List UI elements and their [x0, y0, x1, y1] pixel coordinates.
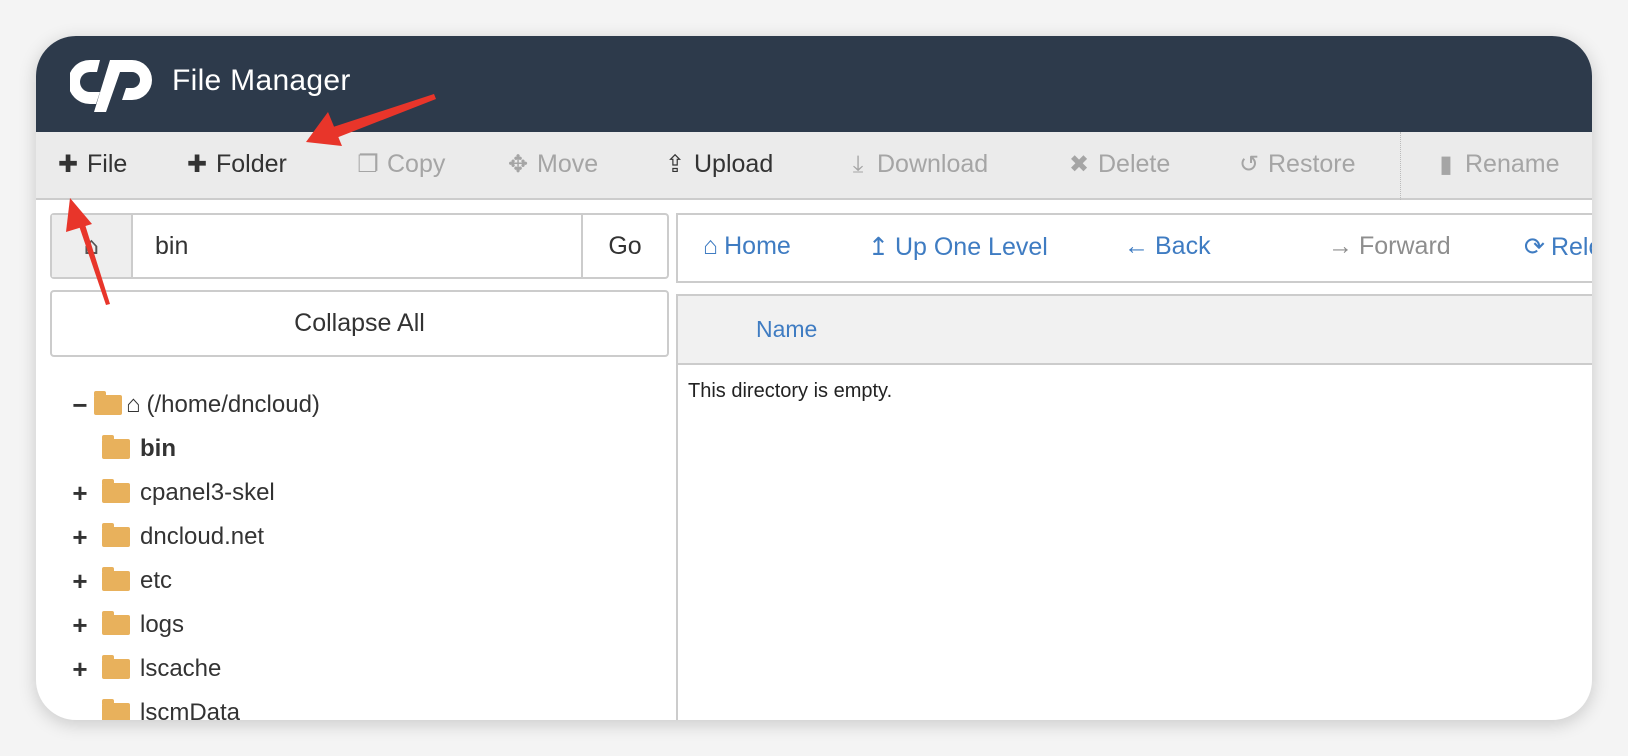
label: Back — [1155, 232, 1211, 260]
folder-icon — [102, 655, 130, 679]
tree-item[interactable]: +lscmData — [66, 691, 320, 720]
home-icon: ⌂ — [703, 232, 719, 260]
restore-button[interactable]: ↺ Restore — [1236, 150, 1356, 179]
refresh-icon: ⟳ — [1524, 233, 1545, 261]
upload-button[interactable]: ⇪ Upload — [662, 150, 773, 179]
home-icon: ⌂ — [83, 232, 100, 260]
plus-icon: ✚ — [57, 151, 79, 178]
label: File — [87, 150, 128, 178]
table-header: Name — [678, 296, 1592, 365]
up-one-level-link[interactable]: ↥ Up One Level — [868, 232, 1048, 262]
tree-item-label: bin — [140, 435, 176, 462]
folder-icon — [102, 435, 130, 459]
expand-toggle[interactable]: + — [66, 478, 94, 509]
tree-item[interactable]: +bin — [66, 427, 320, 471]
label: Rename — [1465, 150, 1560, 178]
toolbar: ✚ File ✚ Folder ❐ Copy ✥ Move ⇪ Upload ⤓ Downl… — [36, 132, 1592, 200]
open-folder-icon — [94, 391, 122, 415]
file-icon: ▮ — [1439, 151, 1453, 178]
label: Copy — [387, 150, 446, 178]
tree-item[interactable]: + lscache — [66, 647, 320, 691]
tree-item-label: logs — [140, 611, 185, 638]
label: Delete — [1098, 150, 1171, 178]
arrow-left-icon: ← — [1124, 232, 1149, 260]
label: Reloa — [1550, 232, 1592, 261]
collapse-all-button[interactable]: Collapse All — [50, 290, 669, 357]
tree-item[interactable]: + dncloud.net — [66, 515, 320, 559]
label: Download — [877, 150, 989, 178]
reload-link[interactable]: ⟳Reloa — [1524, 232, 1592, 262]
new-file-button[interactable]: ✚ File — [55, 150, 127, 179]
tree-item-label: lscache — [140, 655, 222, 682]
move-button[interactable]: ✥ Move — [505, 150, 598, 179]
folder-icon — [102, 699, 130, 720]
tree-item[interactable]: + logs — [66, 603, 320, 647]
copy-button[interactable]: ❐ Copy — [355, 150, 445, 179]
label: Upload — [694, 150, 774, 178]
tree-root[interactable]: − ⌂ (/home/dncloud) — [66, 383, 320, 427]
delete-button[interactable]: ✖ Delete — [1066, 150, 1170, 179]
plus-icon: ✚ — [186, 151, 208, 178]
label: Home — [724, 232, 791, 260]
label: Up One Level — [894, 232, 1048, 261]
label: Restore — [1268, 150, 1356, 178]
cpanel-logo — [70, 60, 152, 112]
label: Move — [537, 150, 599, 178]
folder-icon — [102, 567, 130, 591]
label: Folder — [216, 150, 287, 178]
download-button[interactable]: ⤓ Download — [845, 150, 989, 179]
copy-icon: ❐ — [357, 151, 379, 178]
collapse-toggle[interactable]: − — [66, 390, 94, 421]
level-up-icon: ↥ — [868, 233, 889, 261]
label: Forward — [1359, 232, 1451, 260]
folder-icon — [102, 479, 130, 503]
home-path-button[interactable]: ⌂ — [52, 215, 133, 277]
expand-toggle[interactable]: + — [66, 522, 94, 553]
restore-icon: ↺ — [1238, 151, 1260, 178]
rename-button[interactable]: ▮ Rename — [1433, 150, 1560, 179]
folder-icon — [102, 611, 130, 635]
header: File Manager — [36, 36, 1592, 132]
move-icon: ✥ — [507, 151, 529, 178]
tree-item-label: cpanel3-skel — [140, 479, 275, 506]
file-manager-window: File Manager ✚ File ✚ Folder ❐ Copy ✥ Move ⇪… — [36, 36, 1592, 720]
tree-item-label: lscmData — [140, 699, 241, 720]
empty-message: This directory is empty. — [688, 380, 893, 402]
tree-item-label: dncloud.net — [140, 523, 265, 550]
folder-icon — [102, 523, 130, 547]
tree-item[interactable]: + cpanel3-skel — [66, 471, 320, 515]
home-link[interactable]: ⌂ Home — [703, 232, 791, 261]
tree-root-label: (/home/dncloud) — [146, 391, 320, 418]
path-input[interactable] — [133, 215, 581, 277]
tree-item-label: etc — [140, 567, 173, 594]
toolbar-divider — [1400, 132, 1401, 200]
back-link[interactable]: ← Back — [1124, 232, 1211, 261]
page-title: File Manager — [172, 64, 351, 97]
expand-toggle[interactable]: + — [66, 654, 94, 685]
go-button[interactable]: Go — [581, 215, 667, 277]
forward-link[interactable]: → Forward — [1328, 232, 1451, 261]
path-input-group: ⌂ Go — [50, 213, 669, 279]
upload-icon: ⇪ — [664, 151, 686, 178]
name-column-header[interactable]: Name — [756, 316, 817, 343]
download-icon: ⤓ — [852, 150, 864, 178]
tree-item[interactable]: + etc — [66, 559, 320, 603]
expand-toggle[interactable]: + — [66, 610, 94, 641]
file-table: Name This directory is empty. — [676, 294, 1592, 720]
expand-toggle[interactable]: + — [66, 566, 94, 597]
new-folder-button[interactable]: ✚ Folder — [184, 150, 287, 179]
delete-icon: ✖ — [1068, 151, 1090, 178]
navigation-bar: ⌂Home ↥Up One Level ←Back →Forward ⟳Relo… — [676, 213, 1592, 283]
home-icon: ⌂ — [126, 391, 141, 418]
arrow-right-icon: → — [1328, 232, 1353, 260]
folder-tree: −⌂(/home/dncloud) +bin +cpanel3-skel +dn… — [66, 383, 320, 720]
